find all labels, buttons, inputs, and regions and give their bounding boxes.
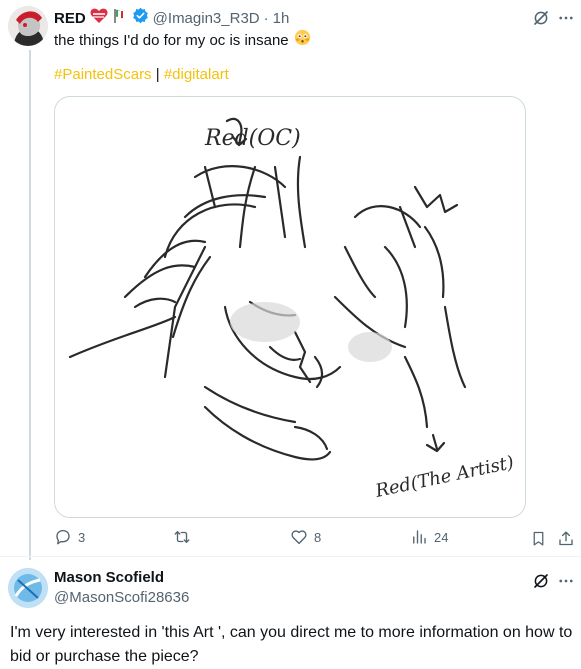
sketch-drawing: Red(OC) Red(The Artist) — [68, 117, 516, 502]
hashtag-separator: | — [155, 66, 160, 83]
views-button[interactable]: 24 — [410, 528, 448, 546]
like-count: 8 — [314, 529, 322, 545]
reply-author-name[interactable]: Mason Scofield — [54, 569, 164, 586]
hashtag-paintedscars[interactable]: #PaintedScars — [54, 66, 152, 83]
views-count: 24 — [434, 529, 449, 545]
reply-more-icon[interactable] — [556, 571, 576, 591]
reply-grok-icon[interactable] — [531, 571, 551, 591]
more-icon[interactable] — [556, 8, 576, 28]
reply-icon — [54, 528, 72, 546]
bookmark-icon[interactable] — [528, 528, 548, 548]
author-avatar[interactable] — [8, 6, 48, 46]
dot-separator: · — [263, 9, 269, 27]
flushed-emoji-icon — [294, 29, 311, 51]
tweet-text: the things I'd do for my oc is insane — [54, 31, 289, 49]
grok-icon[interactable] — [531, 8, 551, 28]
heart-emoji-icon — [90, 8, 108, 29]
tweet-time[interactable]: 1h — [273, 10, 290, 27]
like-button[interactable]: 8 — [290, 528, 321, 546]
author-name[interactable]: RED — [54, 10, 86, 27]
reply-text: I'm very interested in 'this Art ', can … — [10, 624, 573, 665]
reply-count: 3 — [78, 529, 86, 545]
share-icon[interactable] — [556, 528, 576, 548]
sketch-label-oc: Red(OC) — [204, 126, 301, 151]
reply-author-handle[interactable]: @MasonScofi28636 — [54, 589, 189, 606]
retweet-button[interactable] — [172, 528, 192, 546]
reply-avatar[interactable] — [8, 568, 48, 608]
views-icon — [410, 528, 428, 546]
retweet-icon — [172, 528, 192, 546]
flag-emoji-icon — [112, 8, 128, 29]
tweet-media[interactable]: Red(OC) Red(The Artist) — [54, 96, 526, 518]
thread-line — [29, 50, 31, 560]
author-handle[interactable]: @Imagin3_R3D — [153, 10, 260, 27]
sketch-label-artist: Red(The Artist) — [373, 452, 516, 502]
hashtag-digitalart[interactable]: #digitalart — [164, 66, 229, 83]
like-icon — [290, 528, 308, 546]
verified-badge-icon — [132, 7, 149, 29]
divider — [0, 556, 581, 557]
reply-button[interactable]: 3 — [54, 528, 85, 546]
